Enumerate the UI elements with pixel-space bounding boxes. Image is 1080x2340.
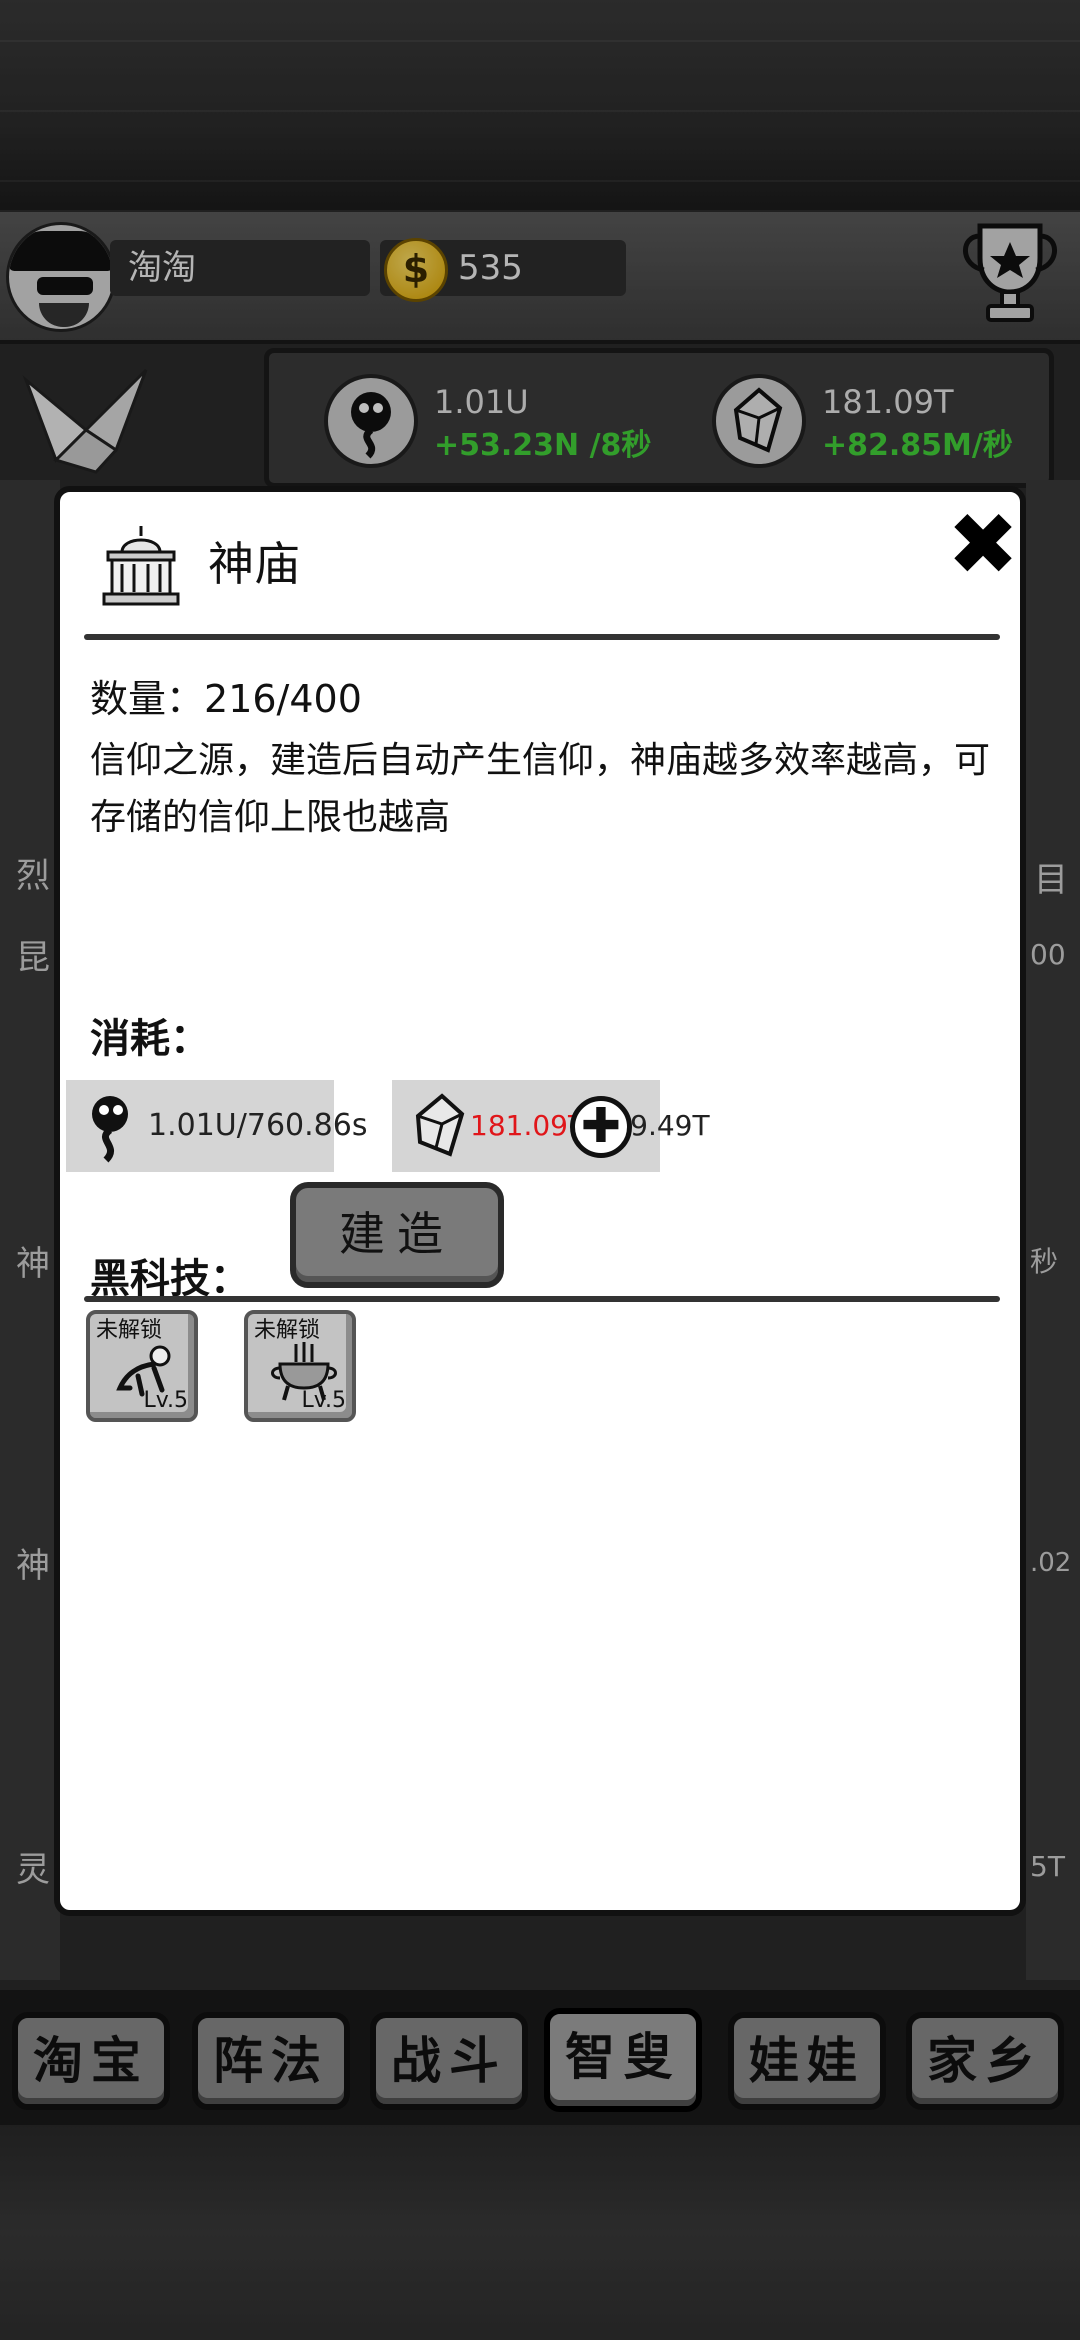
title-divider — [84, 634, 1000, 640]
description: 信仰之源，建造后自动产生信仰，神庙越多效率越高，可存储的信仰上限也越高 — [90, 740, 991, 838]
dialog-title: 神庙 — [208, 537, 300, 591]
add-crystal-button[interactable]: ✚ — [570, 1096, 632, 1158]
tech-card-incense[interactable]: 未解锁 Lv.5 — [244, 1310, 356, 1422]
tech-card-crawler[interactable]: 未解锁 Lv.5 — [86, 1310, 198, 1422]
crystal-icon — [415, 1093, 465, 1157]
tech-status: 未解锁 — [96, 1318, 163, 1343]
tech-level: Lv.5 — [143, 1388, 188, 1413]
faith-cost-text: 1.01U/760.86s — [148, 1108, 368, 1143]
cost-label: 消耗： — [90, 1016, 210, 1062]
tech-level: Lv.5 — [301, 1388, 346, 1413]
quantity: 数量：216/400 — [90, 677, 362, 721]
tech-divider — [84, 1296, 1000, 1302]
temple-icon — [102, 526, 180, 606]
temple-dialog: 神庙 ✖ 数量：216/400 信仰之源，建造后自动产生信仰，神庙越多效率越高，… — [54, 486, 1026, 1916]
tech-status: 未解锁 — [254, 1318, 321, 1343]
cost-faith: 1.01U/760.86s — [66, 1080, 367, 1172]
faith-spirit-icon — [92, 1096, 128, 1163]
build-button[interactable]: 建造 — [290, 1182, 504, 1288]
close-button[interactable]: ✖ — [944, 502, 1022, 588]
quantity-value: 216/400 — [204, 677, 362, 721]
